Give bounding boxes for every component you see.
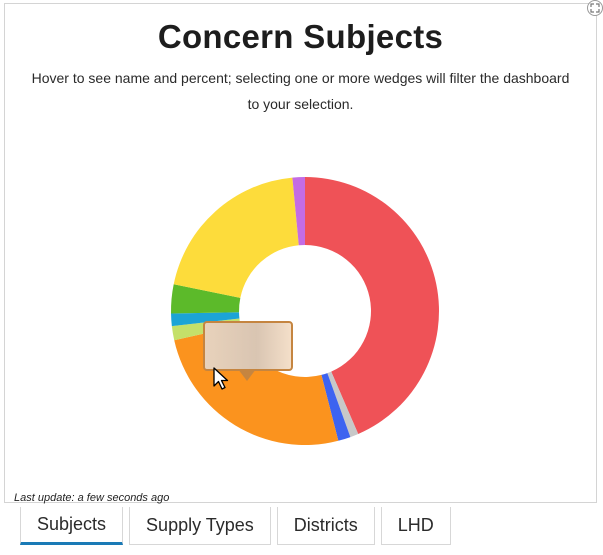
tab-subjects[interactable]: Subjects: [20, 507, 124, 545]
hover-tooltip: [203, 321, 293, 371]
chart-panel: Concern Subjects Hover to see name and p…: [4, 3, 597, 504]
tab-bar: Subjects Supply Types Districts LHD: [20, 507, 457, 549]
pointer-cursor-icon: [213, 367, 229, 390]
last-update-text: Last update: a few seconds ago: [14, 492, 170, 504]
donut-chart[interactable]: [155, 161, 455, 461]
expand-arrows-icon: [590, 3, 600, 13]
expand-icon[interactable]: [587, 0, 603, 16]
tab-supply-types[interactable]: Supply Types: [129, 507, 271, 545]
tab-lhd[interactable]: LHD: [380, 507, 451, 545]
tab-districts[interactable]: Districts: [276, 507, 375, 545]
tooltip-pointer: [238, 369, 256, 381]
chart-description: Hover to see name and percent; selecting…: [31, 70, 570, 112]
page-title: Concern Subjects: [157, 18, 444, 55]
donut-slice-7[interactable]: [173, 177, 299, 298]
